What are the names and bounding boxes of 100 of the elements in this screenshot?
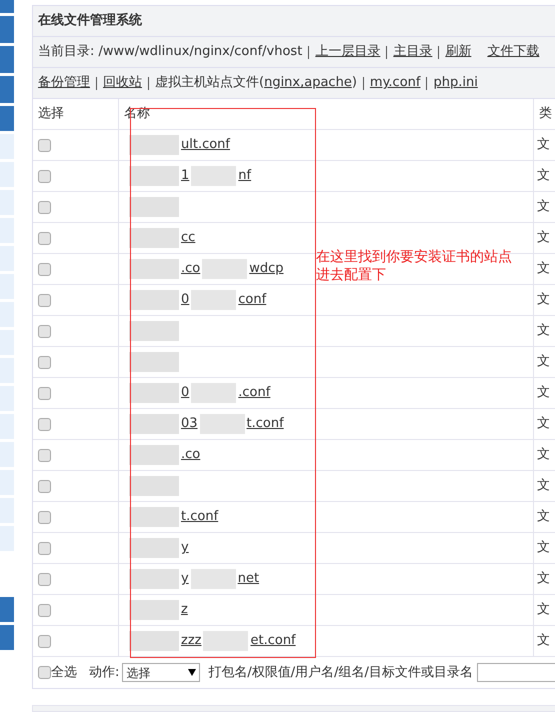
redacted-block <box>191 290 236 310</box>
file-name-link[interactable]: zzz <box>181 631 202 651</box>
checkbox[interactable] <box>38 480 51 492</box>
redacted-block <box>129 383 179 403</box>
redacted-block <box>129 507 179 527</box>
download-link[interactable]: 文件下载 <box>487 42 540 62</box>
checkbox[interactable] <box>38 510 51 524</box>
redacted-block <box>129 135 179 155</box>
file-name-link[interactable]: .conf <box>238 383 270 403</box>
tool-link[interactable]: 回收站 <box>103 73 142 93</box>
column-header: 选择 <box>33 99 119 130</box>
file-name-link[interactable]: ult.conf <box>181 135 230 155</box>
checkbox[interactable] <box>38 232 51 244</box>
file-type: 文 <box>537 570 550 588</box>
checkbox[interactable] <box>38 138 51 152</box>
dropdown-caret-icon <box>188 669 196 676</box>
file-type: 文 <box>537 322 550 340</box>
checkbox[interactable] <box>38 262 51 276</box>
checkbox[interactable] <box>38 572 51 586</box>
redacted-block <box>129 166 179 186</box>
file-type: 文 <box>537 384 550 402</box>
sidebar-tab[interactable] <box>0 0 14 13</box>
redacted-block <box>129 352 179 372</box>
redacted-block <box>129 569 179 589</box>
file-name-link[interactable]: y <box>181 538 189 558</box>
redacted-block <box>129 445 179 465</box>
redacted-block <box>203 631 248 651</box>
action-label: 动作: <box>89 664 120 682</box>
file-type: 文 <box>537 198 550 216</box>
file-name-link[interactable]: cc <box>181 228 196 248</box>
target-input[interactable] <box>476 663 555 682</box>
select-all-label: 全选 <box>51 664 77 682</box>
annotation-text: 在这里找到你要安装证书的站点进去配置下 <box>316 248 513 284</box>
file-name-link[interactable]: t.conf <box>246 414 284 434</box>
nav-link[interactable]: 主目录 <box>393 42 432 62</box>
file-type: 文 <box>537 260 550 278</box>
file-name-link[interactable]: nf <box>238 166 252 186</box>
target-label: 打包名/权限值/用户名/组名/目标文件或目录名 <box>208 664 473 682</box>
action-select[interactable]: 选择 <box>122 663 200 682</box>
file-name-link[interactable]: .co <box>181 259 200 279</box>
file-type: 文 <box>537 446 550 464</box>
tool-link[interactable]: nginx,apache <box>264 73 352 93</box>
file-name-link[interactable]: .co <box>181 445 200 465</box>
file-type: 文 <box>537 601 550 620</box>
redacted-block <box>190 569 236 589</box>
checkbox[interactable] <box>38 294 51 306</box>
nav-link[interactable]: 刷新 <box>445 42 472 62</box>
sidebar-tab[interactable] <box>0 46 14 73</box>
file-name-link[interactable]: net <box>238 569 260 589</box>
redacted-block <box>129 259 179 279</box>
redacted-block <box>129 600 179 620</box>
file-name-link[interactable]: wdcp <box>249 259 284 279</box>
file-name-link[interactable]: 03 <box>181 414 198 434</box>
checkbox[interactable] <box>38 666 51 679</box>
redacted-block <box>200 414 245 434</box>
checkbox[interactable] <box>38 448 51 462</box>
sidebar-tab[interactable] <box>0 16 14 43</box>
sidebar-tab[interactable] <box>0 597 14 622</box>
redacted-block <box>129 290 179 310</box>
file-type: 文 <box>537 477 550 496</box>
file-name-link[interactable]: 0 <box>181 383 190 403</box>
checkbox[interactable] <box>38 634 51 648</box>
file-name-link[interactable]: 0 <box>181 290 190 310</box>
file-name-link[interactable]: y <box>181 569 189 589</box>
file-type: 文 <box>537 136 550 154</box>
redacted-block <box>129 197 179 217</box>
file-type: 文 <box>537 632 550 650</box>
checkbox[interactable] <box>38 542 51 554</box>
checkbox[interactable] <box>38 170 51 182</box>
checkbox[interactable] <box>38 200 51 214</box>
file-name-link[interactable]: z <box>181 600 188 620</box>
tool-link[interactable]: my.conf <box>370 73 420 93</box>
sidebar-tab[interactable] <box>0 76 14 103</box>
redacted-block <box>129 228 179 248</box>
file-type: 文 <box>537 229 550 248</box>
file-name-link[interactable]: et.conf <box>250 631 296 651</box>
redacted-block <box>202 259 248 279</box>
checkbox[interactable] <box>38 356 51 368</box>
file-type: 文 <box>537 291 550 310</box>
file-type: 文 <box>537 353 550 372</box>
file-name-link[interactable]: t.conf <box>181 507 218 527</box>
tool-text: 虚拟主机站点文件( <box>155 74 264 92</box>
sidebar-tab[interactable] <box>0 625 14 650</box>
redacted-block <box>129 321 179 341</box>
tool-link[interactable]: 备份管理 <box>38 73 90 93</box>
redacted-block <box>129 631 179 651</box>
panel-title: 在线文件管理系统 <box>38 12 142 30</box>
checkbox[interactable] <box>38 386 51 400</box>
current-path: 当前目录: /www/wdlinux/nginx/conf/vhost <box>38 43 302 62</box>
file-type: 文 <box>537 415 550 434</box>
tool-text: ) <box>352 74 357 92</box>
file-name-link[interactable]: 1 <box>181 166 190 186</box>
nav-link[interactable]: 上一层目录 <box>315 42 380 62</box>
sidebar-tab[interactable] <box>0 106 14 131</box>
checkbox[interactable] <box>38 604 51 616</box>
redacted-block <box>129 414 179 434</box>
checkbox[interactable] <box>38 418 51 430</box>
file-name-link[interactable]: conf <box>238 290 266 310</box>
checkbox[interactable] <box>38 324 51 338</box>
tool-link[interactable]: php.ini <box>433 73 478 93</box>
